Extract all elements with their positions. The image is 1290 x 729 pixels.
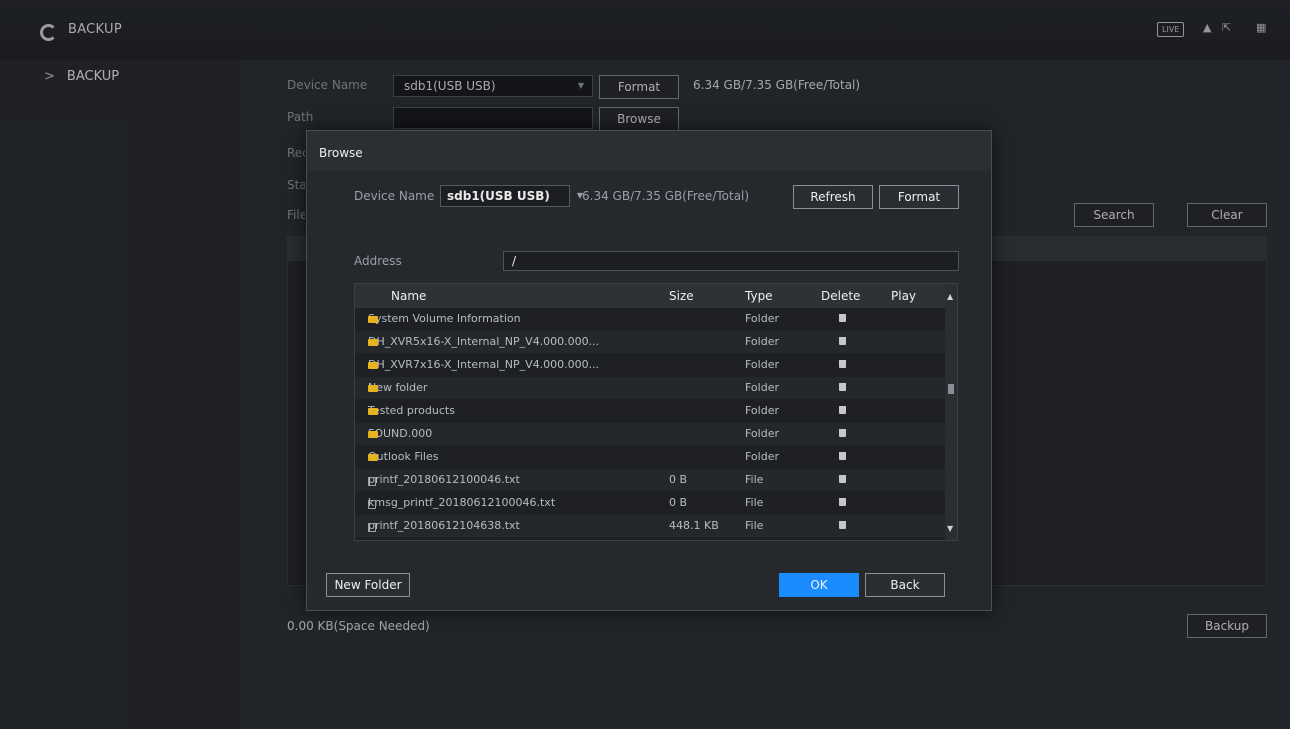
address-label: Address [354,254,402,268]
refresh-button[interactable]: Refresh [793,185,873,209]
column-type[interactable]: Type [745,289,773,303]
file-name-text: DH_XVR5x16-X_Internal_NP_V4.000.000... [368,335,600,348]
file-icon [368,523,376,532]
address-field[interactable]: / [503,251,959,271]
file-name-cell: printf_20180612104638.txt [368,519,520,532]
dialog-device-name-label: Device Name [354,189,435,203]
file-type-cell: File [745,473,764,486]
file-type-cell: File [745,496,764,509]
file-name-cell: System Volume Information [368,312,521,325]
file-type-cell: Folder [745,381,779,394]
new-folder-button[interactable]: New Folder [326,573,410,597]
file-name-cell: New folder [368,381,427,394]
file-name-text: System Volume Information [368,312,521,325]
file-type-cell: Folder [745,312,779,325]
file-type-cell: File [745,519,764,532]
file-row[interactable]: printf_20180612100046.txt 0 B File [355,469,945,491]
file-name-text: Outlook Files [368,450,439,463]
file-name-text: kmsg_printf_20180612100046.txt [368,496,556,509]
dialog-device-value: sdb1(USB USB) [447,189,550,203]
browse-dialog: Browse Device Name sdb1(USB USB) ▼ 6.34 … [306,130,992,611]
file-name-text: DH_XVR7x16-X_Internal_NP_V4.000.000... [368,358,600,371]
trash-icon[interactable] [839,498,846,506]
file-name-cell: FOUND.000 [368,427,432,440]
file-name-cell: DH_XVR7x16-X_Internal_NP_V4.000.000... [368,358,599,371]
file-name-text: printf_20180612104638.txt [368,519,520,532]
file-table-scrollbar[interactable]: ▲ ▼ [945,284,957,540]
file-row[interactable]: New folder Folder [355,377,945,399]
file-name-text: printf_20180612100046.txt [368,473,520,486]
dialog-title: Browse [319,146,363,160]
ok-button[interactable]: OK [779,573,859,597]
trash-icon[interactable] [839,521,846,529]
trash-icon[interactable] [839,314,846,322]
scroll-thumb[interactable] [948,384,954,394]
folder-icon [368,362,378,369]
file-table-header: Name Size Type Delete Play [355,284,945,308]
file-row[interactable]: printf_20180612104638.txt 448.1 KB File [355,515,945,537]
file-type-cell: Folder [745,404,779,417]
file-type-cell: Folder [745,358,779,371]
folder-icon [368,454,378,461]
file-type-cell: Folder [745,427,779,440]
scroll-down-icon[interactable]: ▼ [947,524,953,533]
column-size[interactable]: Size [669,289,694,303]
trash-icon[interactable] [839,383,846,391]
scroll-up-icon[interactable]: ▲ [947,292,953,301]
file-name-cell: kmsg_printf_20180612100046.txt [368,496,555,509]
file-size-cell: 0 B [669,473,688,486]
file-row[interactable]: FOUND.000 Folder [355,423,945,445]
folder-icon [368,316,378,323]
file-name-cell: Outlook Files [368,450,438,463]
file-name-cell: Tested products [368,404,455,417]
trash-icon[interactable] [839,337,846,345]
file-table: Name Size Type Delete Play System Volume… [354,283,958,541]
dialog-capacity-text: 6.34 GB/7.35 GB(Free/Total) [582,189,750,203]
column-play: Play [891,289,917,303]
column-name[interactable]: Name [391,289,426,303]
file-type-cell: Folder [745,335,779,348]
column-delete: Delete [821,289,861,303]
file-icon [368,500,376,509]
file-row[interactable]: Outlook Files Folder [355,446,945,468]
trash-icon[interactable] [839,475,846,483]
file-row[interactable]: kmsg_printf_20180612100046.txt 0 B File [355,492,945,514]
folder-icon [368,431,378,438]
trash-icon[interactable] [839,429,846,437]
file-size-cell: 0 B [669,496,688,509]
dialog-device-select[interactable]: sdb1(USB USB) ▼ [440,185,583,207]
folder-icon [368,339,378,346]
file-icon [368,477,376,486]
trash-icon[interactable] [839,452,846,460]
file-row[interactable]: System Volume Information Folder [355,308,945,330]
trash-icon[interactable] [839,360,846,368]
file-name-cell: printf_20180612100046.txt [368,473,520,486]
back-button[interactable]: Back [865,573,945,597]
trash-icon[interactable] [839,406,846,414]
file-row[interactable]: DH_XVR5x16-X_Internal_NP_V4.000.000... Fo… [355,331,945,353]
folder-icon [368,408,378,415]
dialog-titlebar [307,131,991,171]
file-name-cell: DH_XVR5x16-X_Internal_NP_V4.000.000... [368,335,599,348]
file-row[interactable]: DH_XVR7x16-X_Internal_NP_V4.000.000... Fo… [355,354,945,376]
folder-icon [368,385,378,392]
file-type-cell: Folder [745,450,779,463]
file-row[interactable]: Tested products Folder [355,400,945,422]
file-size-cell: 448.1 KB [669,519,719,532]
dialog-format-button[interactable]: Format [879,185,959,209]
file-name-text: Tested products [368,404,455,417]
